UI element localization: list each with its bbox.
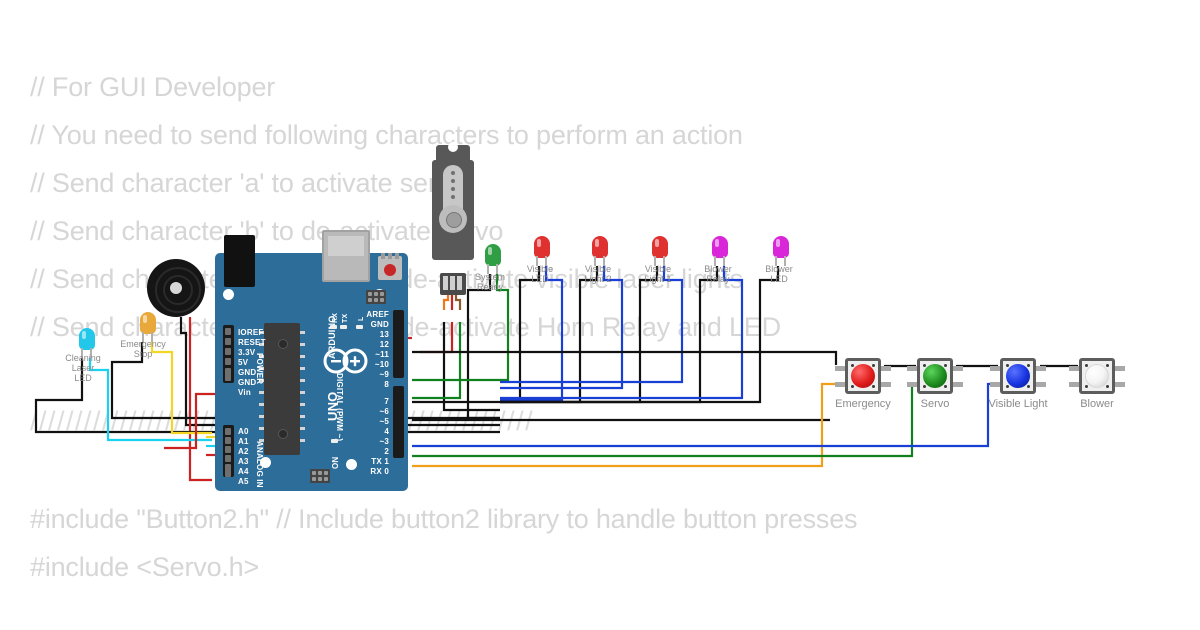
silk-a1: A1 [238,437,249,446]
silk-gnd-2: GND [238,378,257,387]
silk-d5: ~5 [379,417,389,426]
arduino-uno-board[interactable]: IOREF RESET 3.3V 5V GND GND Vin POWER A0… [215,230,408,491]
blower-led-label: Blower LED [765,264,793,284]
wire-visiblelight-btn-blue [412,382,996,448]
icsp2-header [310,469,330,483]
silk-analog-label: ANALOG IN [255,441,264,488]
servo-button[interactable] [907,354,963,398]
silk-d2: 2 [384,447,389,456]
visible-light-2-led-label: Visible Light 2 [584,264,612,284]
servo-connector [440,273,466,295]
silk-a5: A5 [238,477,249,486]
cleaning-laser-led-label: Cleaning Laser LED [65,353,101,383]
visible-light-1-led[interactable] [651,236,669,266]
emergency-stop-led-label: Emergency Stop [120,339,166,359]
silk-a2: A2 [238,447,249,456]
silk-power-label: POWER [255,353,264,385]
l-led-smd [356,325,363,329]
silk-d8: 8 [384,380,389,389]
silk-a0: A0 [238,427,249,436]
silk-tx-led-label: TX [342,313,349,323]
visible-led[interactable] [533,236,551,266]
silk-d3: ~3 [379,437,389,446]
silk-gnd-1: GND [238,368,257,377]
blower-relay-led-label: Blower Relay [704,264,732,284]
silk-33v: 3.3V [238,348,256,357]
silk-d6: ~6 [379,407,389,416]
reset-button[interactable] [378,253,402,280]
mount-hole [223,289,234,300]
visible-light-button-label: Visible Light [988,398,1048,410]
blower-relay-led[interactable] [711,236,729,266]
silk-a4: A4 [238,467,249,476]
visible-light-2-led[interactable] [591,236,609,266]
silk-rx: RX 0 [370,467,389,476]
digital-header-bottom[interactable] [393,386,404,458]
circuit-canvas: // For GUI Developer // You need to send… [0,0,1200,630]
visible-led-label: Visible LED [526,264,554,284]
usb-connector [322,230,370,282]
wire-cleaning-led-cyan [88,358,212,442]
tx-led-smd [340,325,347,329]
wire-bus-black-top [412,350,838,365]
power-jack [224,235,255,287]
system-ready-led[interactable] [484,244,502,274]
silk-on-led-label: ON [331,456,340,469]
analog-header[interactable] [223,425,234,477]
silk-ioref: IOREF [238,328,264,337]
silk-reset: RESET [238,338,266,347]
rx-led-smd [330,325,337,329]
blower-led[interactable] [772,236,790,266]
piezo-buzzer[interactable] [147,259,205,317]
wire-servo-conn-red [420,322,454,354]
silk-rx-led-label: RX [332,312,339,323]
power-header[interactable] [223,325,234,383]
silk-l-led-label: L [358,316,365,321]
emergency-button[interactable] [835,354,891,398]
silk-5v: 5V [238,358,249,367]
servo-button-label: Servo [920,398,950,410]
arduino-logo-icon [323,348,368,374]
silk-d7: 7 [384,397,389,406]
visible-light-1-led-label: Visible Light 1 [644,264,672,284]
visible-light-button[interactable] [990,354,1046,398]
silk-a3: A3 [238,457,249,466]
silk-vin: Vin [238,388,251,397]
system-ready-led-label: System Ready [474,272,505,292]
silk-tx: TX 1 [371,457,389,466]
digital-header-top[interactable] [393,310,404,378]
blower-button-label: Blower [1080,398,1114,410]
atmega-chip [259,323,305,455]
icsp-header [366,290,386,304]
silk-d4: 4 [384,427,389,436]
blower-button[interactable] [1069,354,1125,398]
on-led-smd [331,439,338,443]
wire-sysready-black [466,274,500,420]
silk-d13: 13 [379,330,389,339]
emergency-stop-led[interactable] [139,312,157,342]
silk-model: UNO [325,391,340,422]
